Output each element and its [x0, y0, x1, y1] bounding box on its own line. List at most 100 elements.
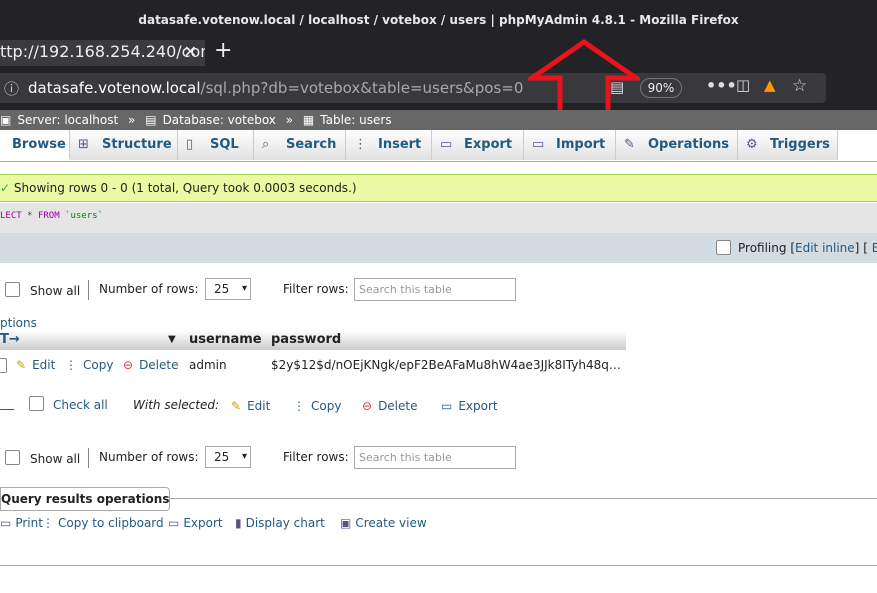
view-icon: ▣: [340, 516, 352, 530]
breadcrumb-table[interactable]: Table: users: [320, 113, 391, 127]
export-icon: ▭: [440, 137, 453, 152]
query-ops-title: Query results operations: [0, 487, 170, 511]
print-link[interactable]: ▭ Print: [0, 516, 43, 530]
navigation-top: Show all Number of rows: 25 Filter rows:…: [0, 278, 877, 308]
insert-icon: ⋮: [354, 137, 367, 152]
tab-import[interactable]: ▭ Import: [524, 130, 616, 160]
database-icon: ▤: [145, 113, 157, 127]
import-icon: ▭: [532, 137, 545, 152]
tab-insert[interactable]: ⋮ Insert: [346, 130, 432, 160]
browser-tab-label: ttp://192.168.254.240/conf: [0, 42, 205, 61]
dropdown-icon[interactable]: ▼: [168, 330, 176, 350]
success-message: ✓ Showing rows 0 - 0 (1 total, Query too…: [0, 174, 877, 202]
filter-label: Filter rows:: [283, 450, 349, 464]
show-all-checkbox[interactable]: [5, 450, 20, 465]
bulk-export[interactable]: ▭ Export: [441, 399, 498, 413]
server-icon: ▣: [0, 113, 12, 127]
tab-browse[interactable]: Browse: [0, 130, 70, 160]
breadcrumb-server[interactable]: Server: localhost: [17, 113, 118, 127]
structure-icon: ⊞: [78, 137, 89, 152]
sort-arrows-icon[interactable]: T→: [0, 330, 20, 350]
divider: [88, 280, 89, 300]
show-all-checkbox[interactable]: [5, 282, 20, 297]
check-icon: ✓: [0, 181, 11, 195]
check-all-checkbox[interactable]: [29, 396, 44, 411]
bookmark-star-icon[interactable]: ☆: [792, 76, 807, 96]
row-checkbox[interactable]: [0, 358, 7, 373]
page-actions-icon[interactable]: •••: [706, 76, 737, 95]
row-copy[interactable]: ⋮ Copy: [65, 352, 113, 378]
info-icon[interactable]: ⓘ: [4, 78, 19, 99]
delete-icon: ⊖: [123, 358, 134, 372]
num-rows-label: Number of rows:: [99, 282, 199, 296]
bulk-edit[interactable]: ✎ Edit: [231, 399, 270, 413]
cell-password[interactable]: $2y$12$d/nOEjKNgk/epF2BeAFaMu8hW4ae3JJk8…: [271, 352, 626, 378]
display-chart-link[interactable]: ▮ Display chart: [235, 516, 325, 530]
col-username[interactable]: username: [189, 330, 262, 350]
filter-input[interactable]: Search this table: [354, 446, 516, 469]
num-rows-label: Number of rows:: [99, 450, 199, 464]
search-icon: ⌕: [262, 137, 270, 152]
num-rows-select[interactable]: 25: [205, 446, 251, 468]
options-link[interactable]: ptions: [0, 316, 37, 330]
sql-icon: ▯: [186, 137, 194, 152]
browser-tab[interactable]: ttp://192.168.254.240/conf ✕: [0, 40, 205, 66]
table-row: ✎ Edit ⋮ Copy ⊖ Delete admin $2y$12$d/nOEjK…: [0, 352, 626, 378]
chart-icon: ▮: [235, 516, 242, 530]
wrench-icon: ✎: [624, 137, 635, 152]
filter-input[interactable]: Search this table: [354, 278, 516, 301]
with-selected-bar: Check all With selected: ✎ Edit ⋮ Copy ⊖ De…: [0, 396, 877, 420]
tab-export[interactable]: ▭ Export: [432, 130, 524, 160]
tab-structure[interactable]: ⊞ Structure: [70, 130, 178, 160]
print-icon: ▭: [0, 516, 12, 530]
window-title: datasafe.votenow.local / localhost / vot…: [0, 0, 877, 40]
check-all-label[interactable]: Check all: [53, 398, 108, 412]
sql-query[interactable]: LECT * FROM `users`: [0, 203, 877, 233]
profiling-bar: Profiling [Edit inline] [ E: [0, 233, 877, 263]
pocket-icon[interactable]: ◫: [736, 76, 750, 94]
bulk-delete[interactable]: ⊖ Delete: [362, 399, 418, 413]
close-tab-icon[interactable]: ✕: [184, 40, 197, 64]
edit-link[interactable]: E: [872, 241, 877, 255]
table-icon: ▦: [302, 113, 315, 127]
copy-clipboard-link[interactable]: ⋮ Copy to clipboard: [42, 516, 164, 530]
url-text: datasafe.votenow.local/sql.php?db=votebo…: [28, 79, 524, 97]
breadcrumb: ▣ Server: localhost » ▤ Database: votebox …: [0, 110, 877, 130]
export-icon: ▭: [168, 516, 180, 530]
table-header: T→ ▼ username password: [0, 330, 626, 350]
triggers-icon: ⚙: [746, 137, 758, 152]
show-all-label: Show all: [30, 452, 81, 466]
show-all-label: Show all: [30, 284, 81, 298]
tab-triggers[interactable]: ⚙ Triggers: [738, 130, 838, 160]
edit-inline-link[interactable]: Edit inline: [795, 241, 855, 255]
profiling-checkbox[interactable]: [716, 240, 731, 255]
browser-nav-bar: ⓘ datasafe.votenow.local/sql.php?db=vote…: [0, 66, 877, 110]
tab-search[interactable]: ⌕ Search: [254, 130, 346, 160]
tab-sql[interactable]: ▯ SQL: [178, 130, 254, 160]
tab-operations[interactable]: ✎ Operations: [616, 130, 738, 160]
create-view-link[interactable]: ▣ Create view: [340, 516, 427, 530]
with-selected-label: With selected:: [133, 398, 220, 412]
browser-tab-bar: ttp://192.168.254.240/conf ✕ +: [0, 38, 877, 66]
breadcrumb-database[interactable]: Database: votebox: [163, 113, 276, 127]
row-edit[interactable]: ✎ Edit: [16, 352, 55, 378]
zoom-level[interactable]: 90%: [640, 78, 682, 98]
clipboard-icon: ⋮: [42, 516, 54, 530]
extension-icon[interactable]: ▲: [764, 76, 776, 94]
breadcrumb-sep: »: [128, 113, 136, 127]
num-rows-select[interactable]: 25: [205, 278, 251, 300]
bulk-copy[interactable]: ⋮ Copy: [293, 399, 341, 413]
cell-username[interactable]: admin: [189, 352, 227, 378]
url-bar[interactable]: ⓘ datasafe.votenow.local/sql.php?db=vote…: [0, 73, 826, 103]
col-password[interactable]: password: [271, 330, 341, 350]
arrow-line: [0, 409, 14, 410]
new-tab-button[interactable]: +: [214, 38, 232, 63]
divider: [88, 448, 89, 468]
copy-icon: ⋮: [65, 358, 77, 372]
profiling-label: Profiling [Edit inline] [ E: [738, 233, 877, 263]
row-delete[interactable]: ⊖ Delete: [123, 352, 179, 378]
navigation-bottom: Show all Number of rows: 25 Filter rows:…: [0, 446, 877, 476]
pma-tabs: Browse ⊞ Structure ▯ SQL ⌕ Search ⋮ Insert ▭…: [0, 130, 877, 162]
pencil-icon: ✎: [16, 358, 27, 372]
export-link[interactable]: ▭ Export: [168, 516, 223, 530]
